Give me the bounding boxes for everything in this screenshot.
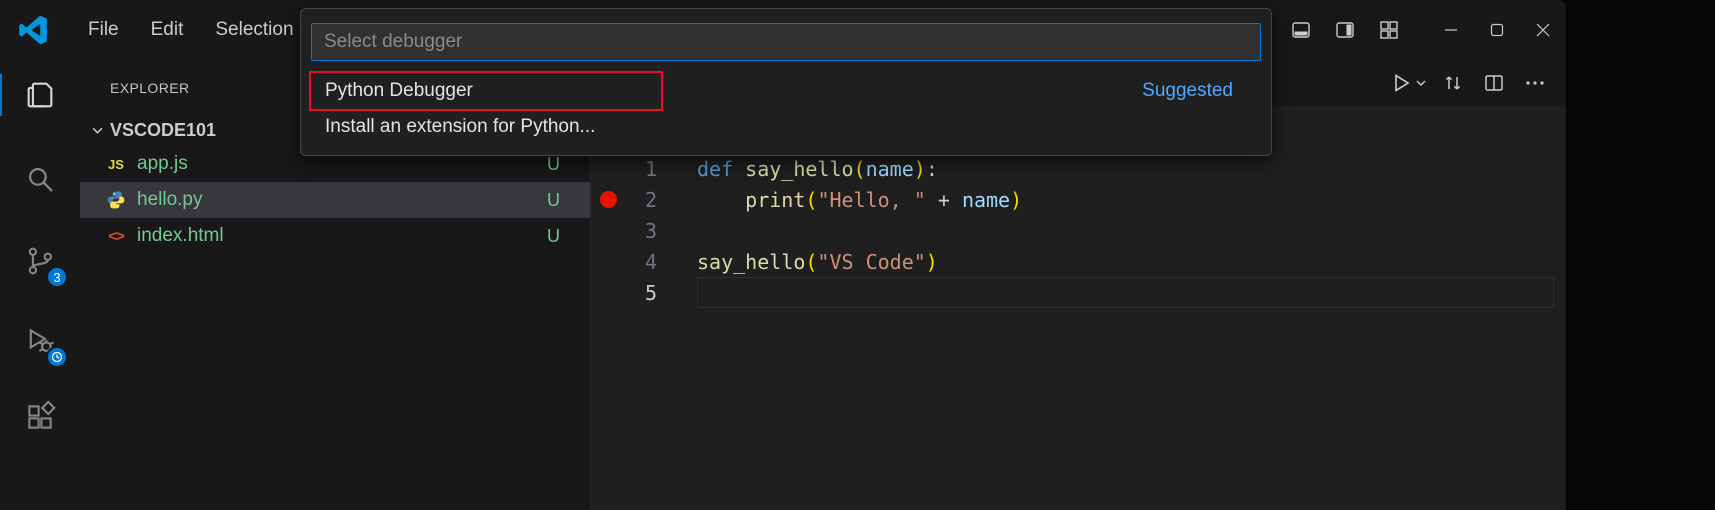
toggle-panel-icon[interactable] (1285, 15, 1316, 46)
html-file-icon: <> (104, 224, 128, 248)
layout-controls (1285, 15, 1404, 46)
file-name: app.js (137, 153, 188, 175)
file-tree: JS app.js Uhello.py U <> index.html U (80, 146, 590, 254)
window-controls (1428, 0, 1566, 60)
open-changes-icon[interactable] (1437, 67, 1468, 98)
source-control-activity-icon[interactable]: 3 (0, 238, 80, 284)
toggle-secondary-sidebar-icon[interactable] (1329, 15, 1360, 46)
quick-pick-item[interactable]: Install an extension for Python... (311, 109, 1261, 145)
vscode-window: FileEditSelection (0, 0, 1566, 510)
file-name: index.html (137, 225, 224, 247)
code-text (697, 215, 1554, 246)
breakpoint-gutter[interactable] (591, 191, 625, 208)
editor-toolbar (1389, 67, 1566, 98)
code-line: 2 print("Hello, " + name) (591, 184, 1566, 215)
code-line: 5 (591, 277, 1566, 308)
vscode-logo-icon (18, 15, 48, 45)
line-number: 3 (625, 219, 657, 243)
debug-clock-badge (46, 346, 68, 368)
line-number: 5 (625, 281, 657, 305)
chevron-down-icon (88, 121, 106, 139)
line-number: 4 (625, 250, 657, 274)
code-line: 3 (591, 215, 1566, 246)
git-status-badge: U (547, 226, 560, 247)
code-line: 1 def say_hello(name): (591, 153, 1566, 184)
explorer-view-title: EXPLORER (110, 80, 189, 96)
js-file-icon: JS (104, 152, 128, 176)
extensions-activity-icon[interactable] (0, 394, 80, 440)
menu-edit[interactable]: Edit (135, 12, 200, 48)
menu-selection[interactable]: Selection (199, 12, 309, 48)
menu-file[interactable]: File (72, 12, 135, 48)
quick-pick-item-label: Python Debugger (325, 80, 473, 102)
git-status-badge: U (547, 154, 560, 175)
titlebar-right (1285, 0, 1566, 60)
debugger-filter-input[interactable] (311, 23, 1261, 61)
quick-pick-item[interactable]: Python Debugger Suggested (311, 73, 1261, 109)
customize-layout-icon[interactable] (1373, 15, 1404, 46)
code-text: say_hello("VS Code") (697, 246, 1554, 277)
code-text: def say_hello(name): (697, 153, 1554, 184)
quick-pick-item-meta: Suggested (1142, 80, 1233, 102)
run-python-file-button[interactable] (1389, 71, 1427, 95)
split-editor-icon[interactable] (1478, 67, 1509, 98)
run-and-debug-activity-icon[interactable] (0, 318, 80, 364)
file-row-index.html[interactable]: <> index.html U (80, 218, 590, 254)
quick-pick-item-label: Install an extension for Python... (325, 116, 595, 138)
line-number: 2 (625, 188, 657, 212)
file-name: hello.py (137, 189, 203, 211)
run-dropdown-chevron-icon (1415, 77, 1427, 89)
code-line: 4 say_hello("VS Code") (591, 246, 1566, 277)
activity-bar: 3 (0, 60, 80, 510)
code-text (697, 277, 1554, 308)
close-button[interactable] (1520, 0, 1566, 60)
file-row-hello.py[interactable]: hello.py U (80, 182, 590, 218)
menu-bar: FileEditSelection (72, 12, 310, 48)
code-editor[interactable]: 1def say_hello(name):2 print("Hello, " +… (591, 105, 1566, 510)
source-control-badge: 3 (46, 266, 68, 288)
search-activity-icon[interactable] (0, 156, 80, 202)
line-number: 1 (625, 157, 657, 181)
code-text: print("Hello, " + name) (697, 184, 1554, 215)
select-debugger-quick-pick: Python Debugger Suggested Install an exten… (300, 8, 1272, 156)
git-status-badge: U (547, 190, 560, 211)
breakpoint-icon[interactable] (600, 191, 617, 208)
more-actions-icon[interactable] (1519, 67, 1550, 98)
minimize-button[interactable] (1428, 0, 1474, 60)
folder-name: VSCODE101 (110, 120, 216, 141)
quick-pick-list: Python Debugger Suggested Install an exten… (311, 73, 1261, 145)
python-file-icon (104, 188, 128, 212)
explorer-activity-icon[interactable] (0, 72, 80, 118)
maximize-button[interactable] (1474, 0, 1520, 60)
